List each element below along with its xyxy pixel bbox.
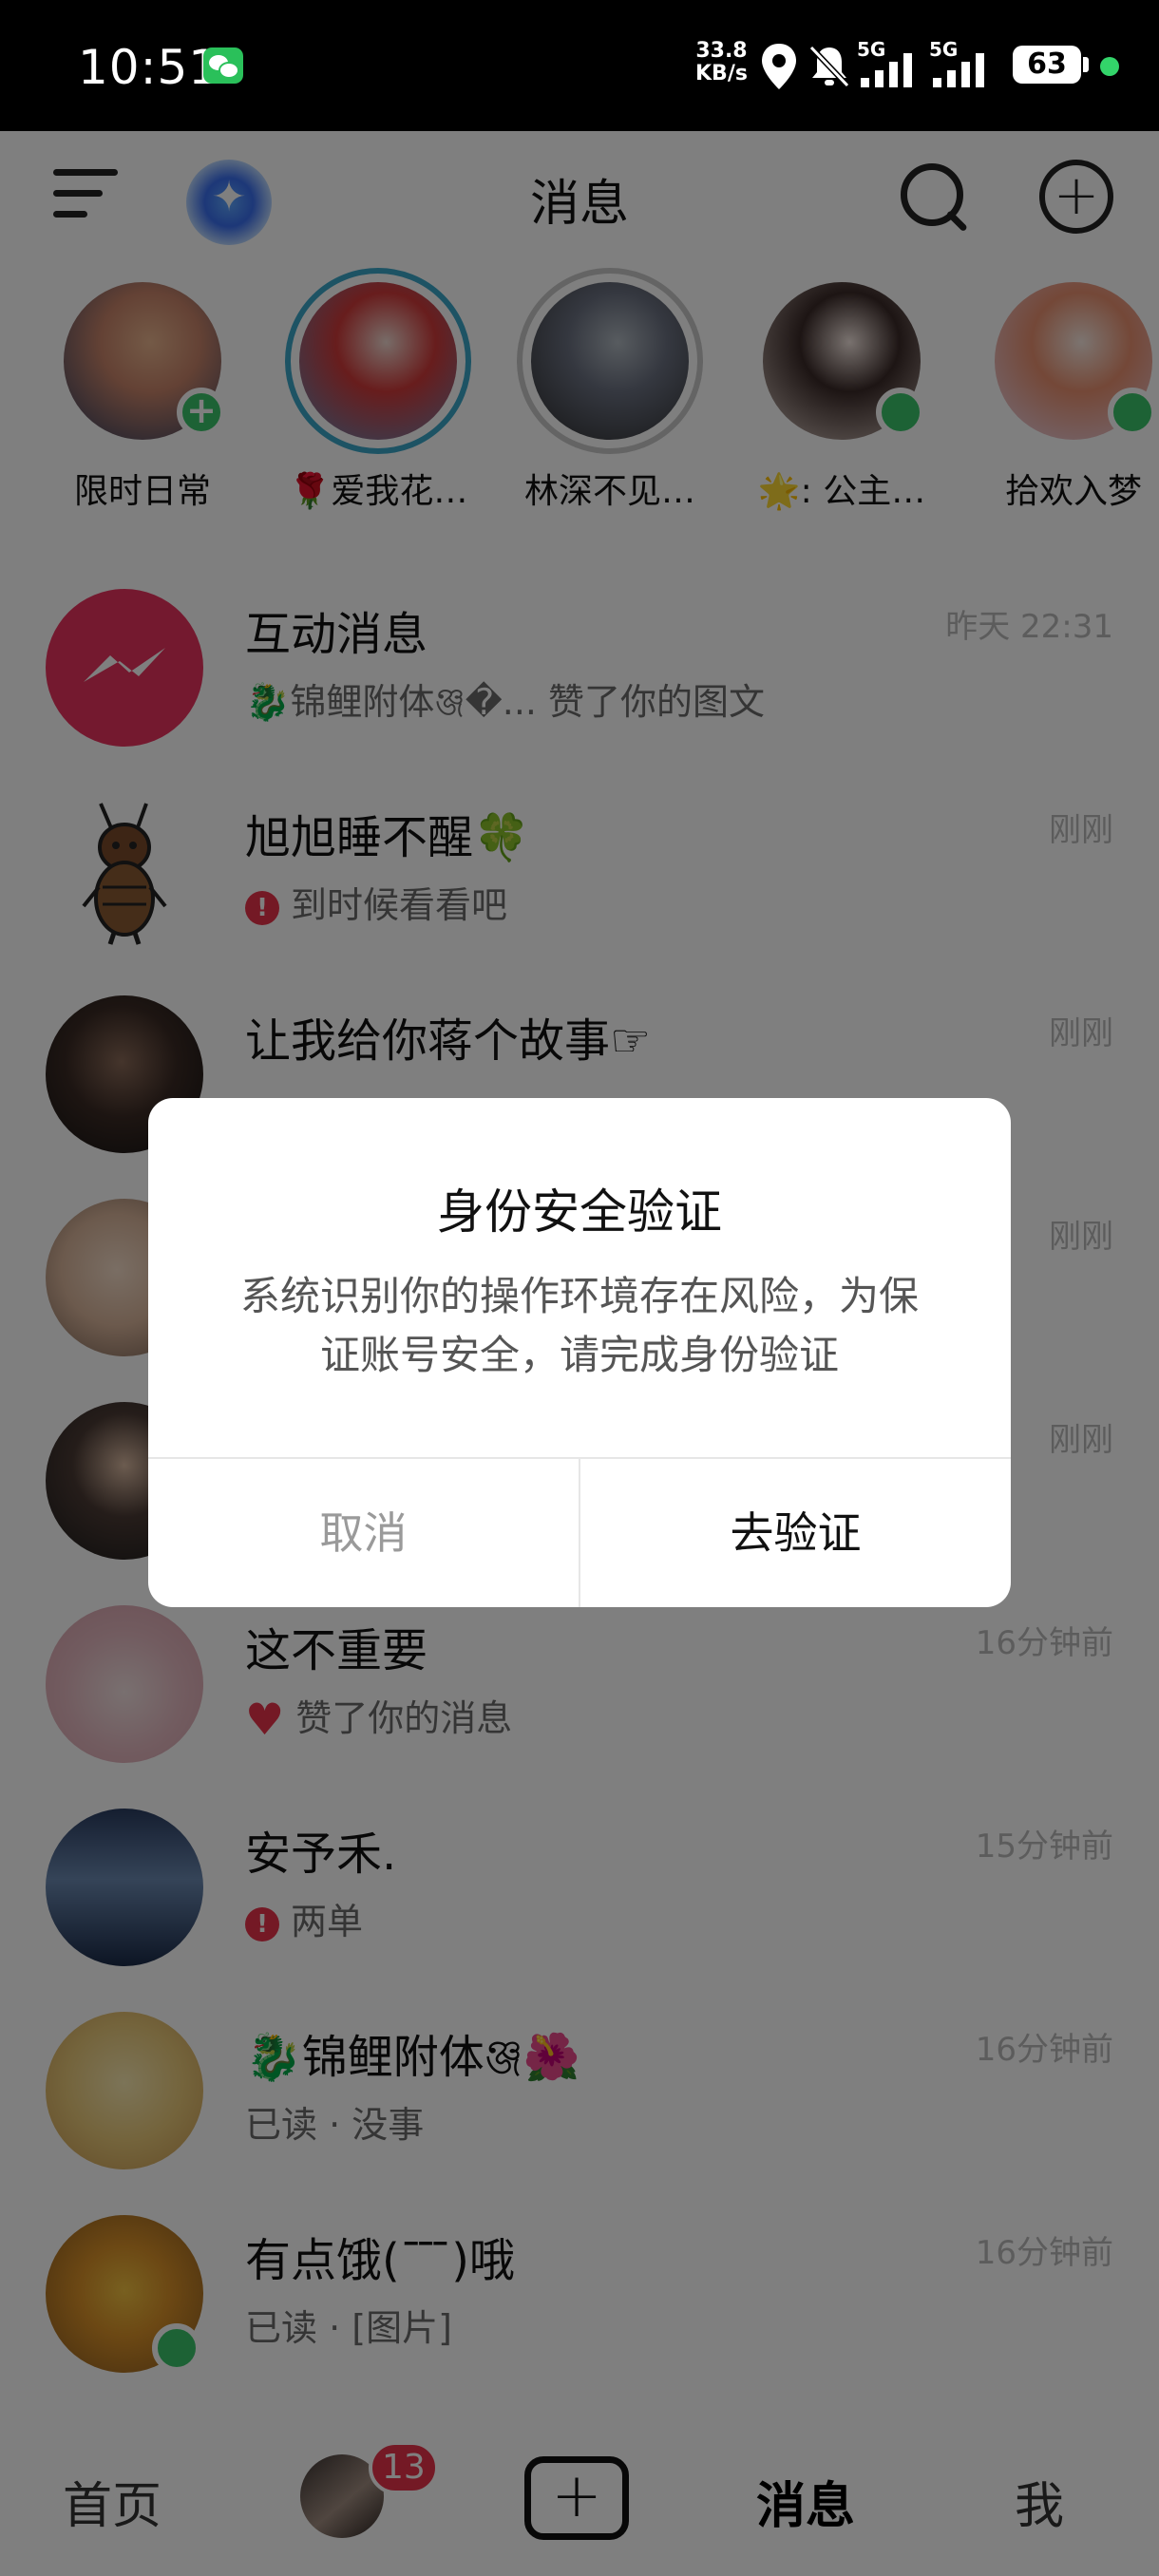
network-speed: 33.8 KB/s (695, 40, 748, 85)
battery-icon: 63 (1013, 46, 1089, 84)
dialog-title: 身份安全验证 (437, 1184, 722, 1240)
location-icon (762, 44, 796, 89)
dialog-message-line: 系统识别你的操作环境存在风险，为保 (239, 1273, 919, 1319)
status-bar: 10:51 33.8 KB/s 5G 5G 63 (0, 0, 1159, 131)
status-time: 10:51 (78, 40, 220, 95)
cancel-button[interactable]: 取消 (148, 1459, 579, 1607)
signal-icon (861, 53, 912, 87)
network-speed-value: 33.8 (695, 39, 748, 63)
dialog-message-line: 证账号安全，请完成身份验证 (319, 1332, 839, 1378)
network-speed-unit: KB/s (695, 62, 748, 85)
signal-icon (933, 53, 984, 87)
privacy-indicator-icon (1100, 57, 1119, 76)
identity-verification-dialog: 身份安全验证 系统识别你的操作环境存在风险，为保 证账号安全，请完成身份验证 取… (148, 1098, 1011, 1607)
verify-button[interactable]: 去验证 (580, 1459, 1011, 1607)
mute-bell-icon (808, 45, 850, 88)
wechat-icon (203, 47, 243, 84)
dialog-message: 系统识别你的操作环境存在风险，为保 证账号安全，请完成身份验证 (201, 1267, 958, 1385)
